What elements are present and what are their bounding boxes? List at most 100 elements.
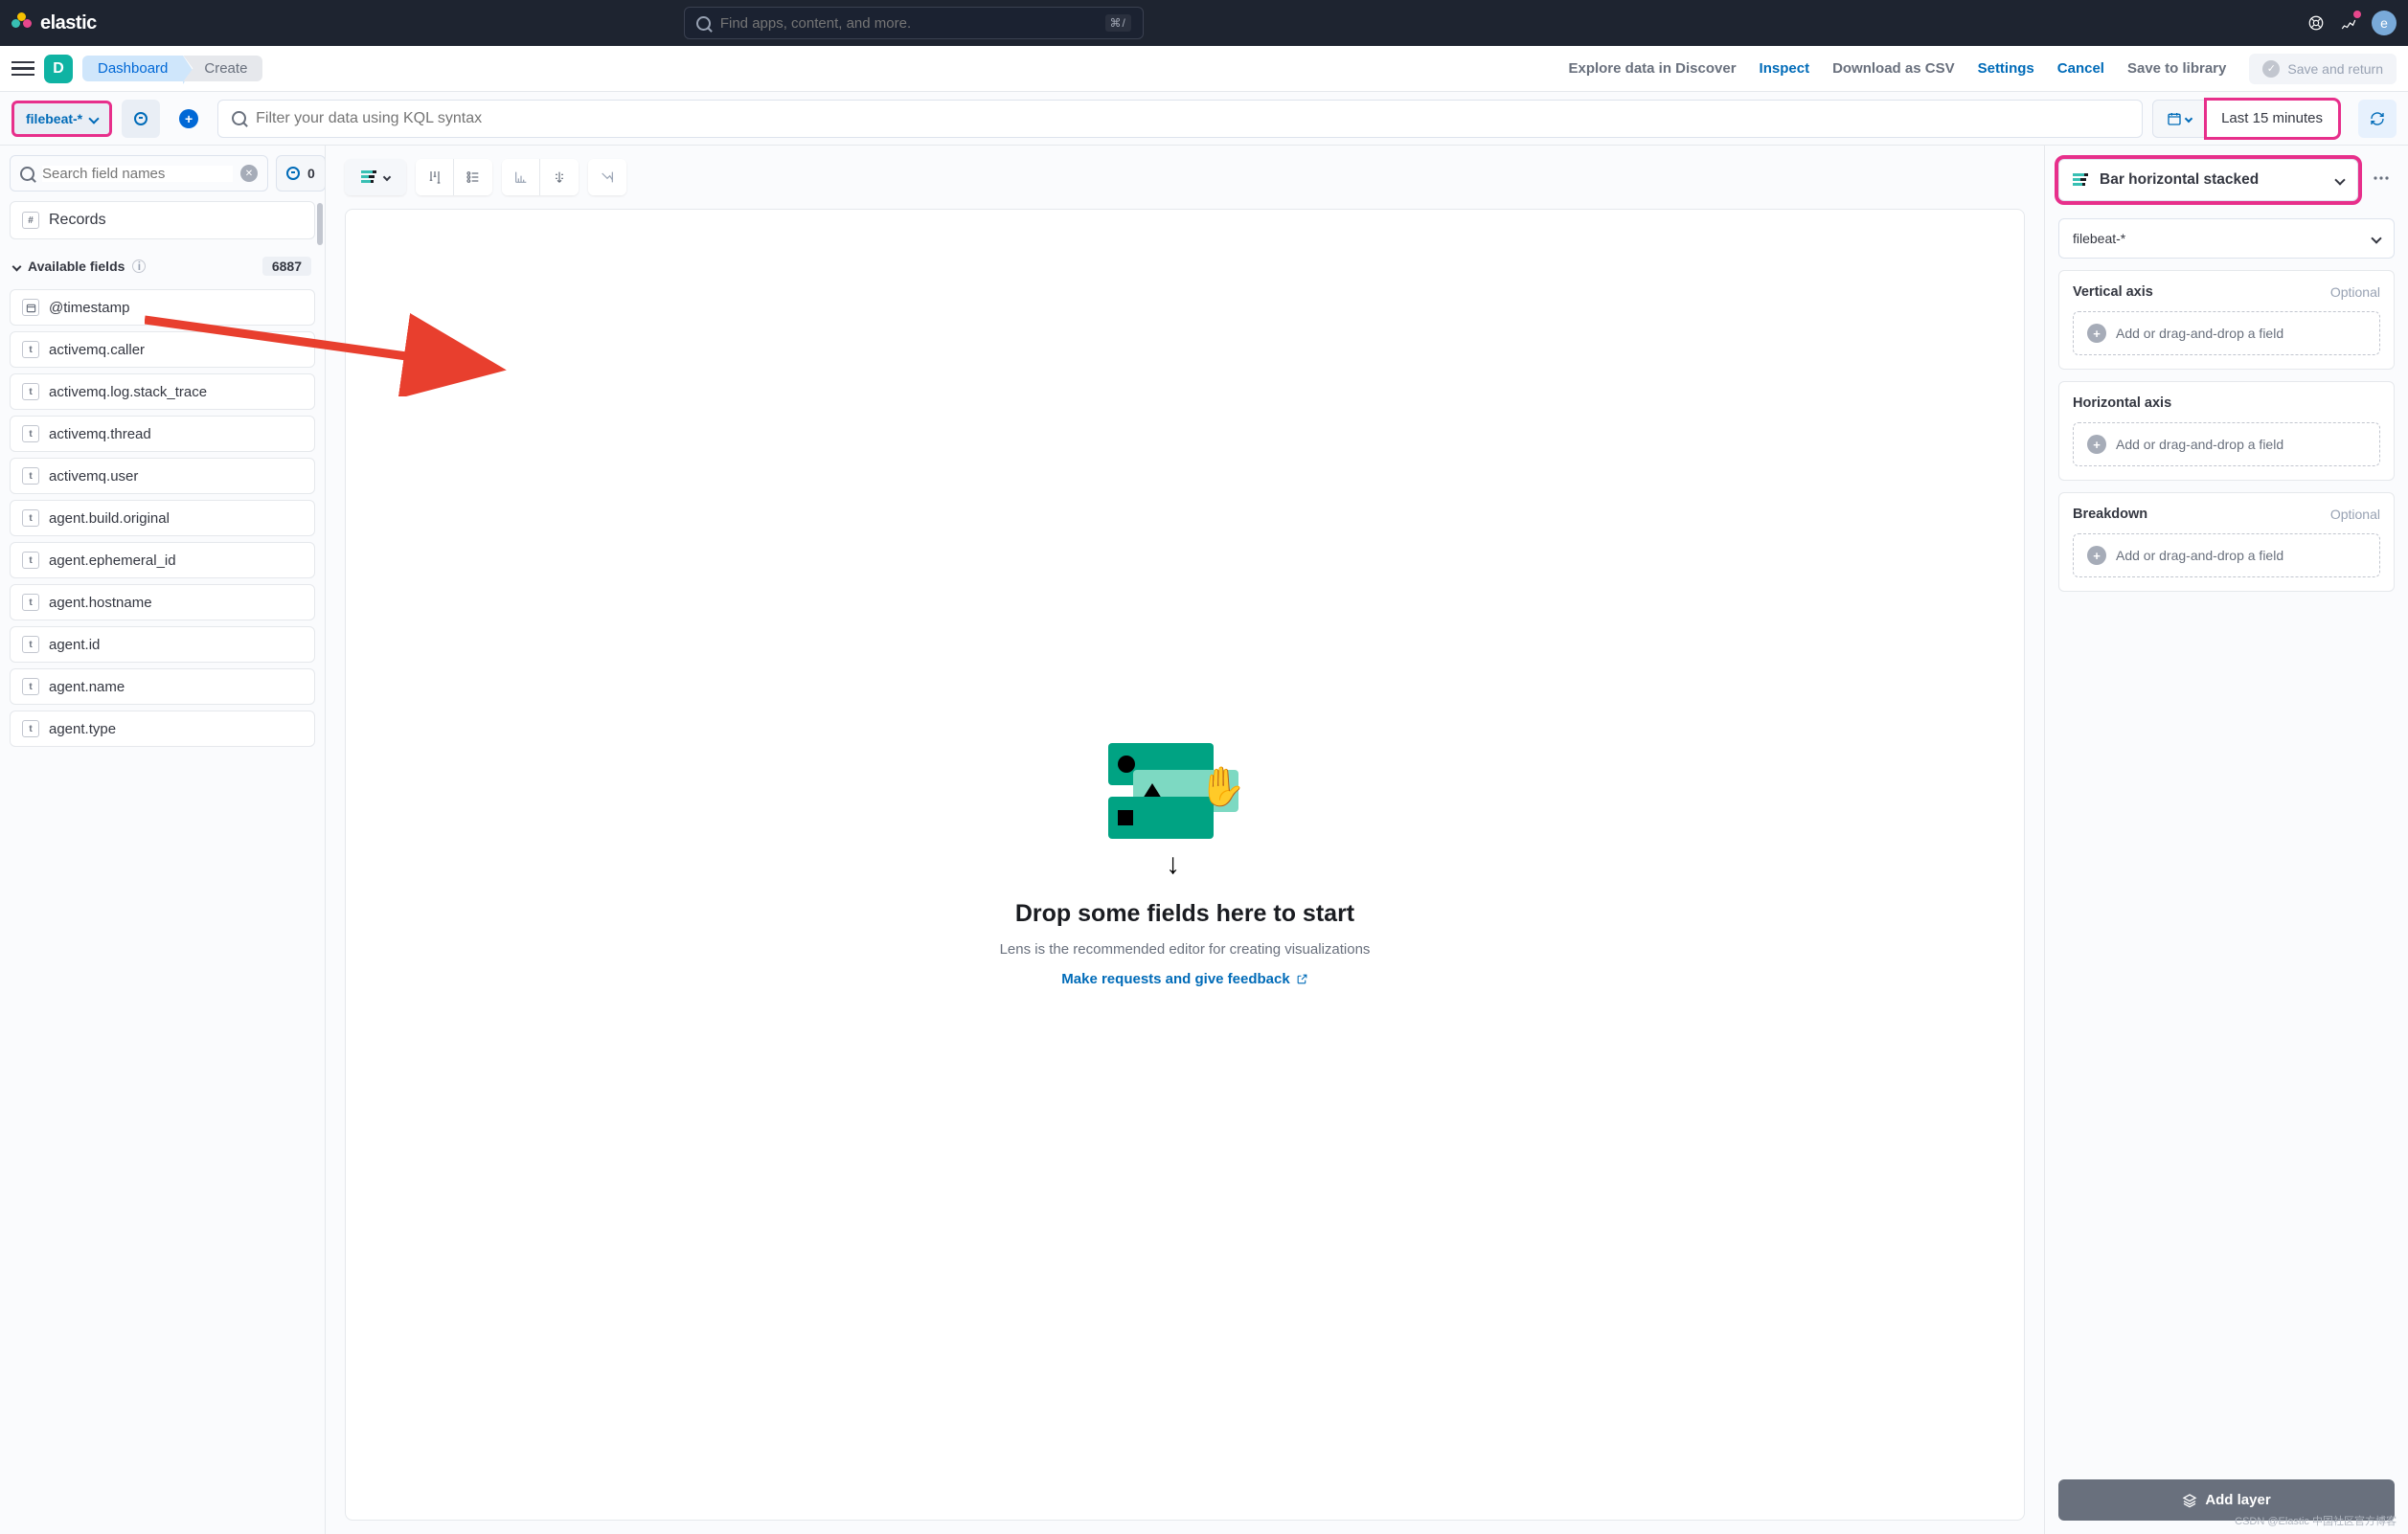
kql-input-container[interactable] (217, 100, 2143, 138)
text-type-icon: t (22, 509, 39, 527)
saved-queries-button[interactable] (122, 100, 160, 138)
field-item[interactable]: tactivemq.thread (10, 416, 315, 452)
breakdown-section: Breakdown Optional + Add or drag-and-dro… (2058, 492, 2395, 592)
filter-icon (286, 167, 300, 180)
text-type-icon: t (22, 720, 39, 737)
text-type-icon: t (22, 636, 39, 653)
refresh-icon (2370, 111, 2385, 126)
field-item[interactable]: tagent.ephemeral_id (10, 542, 315, 578)
field-item[interactable]: tactivemq.user (10, 458, 315, 494)
text-type-icon: t (22, 383, 39, 400)
right-axis-button[interactable] (588, 159, 626, 195)
drop-subtitle: Lens is the recommended editor for creat… (1000, 941, 1371, 958)
breadcrumb-create: Create (183, 56, 262, 81)
chart-toolbar (345, 159, 2025, 195)
canvas-area: ✋ ↓ Drop some fields here to start Lens … (326, 146, 2044, 1534)
legend-options-button[interactable] (454, 159, 492, 195)
feedback-link[interactable]: Make requests and give feedback (1061, 971, 1307, 987)
records-field[interactable]: # Records (10, 201, 315, 239)
plus-icon: + (2087, 435, 2106, 454)
breadcrumb-dashboard[interactable]: Dashboard (82, 56, 183, 81)
bar-stacked-icon (2073, 173, 2090, 187)
available-fields-header[interactable]: Available fields i 6887 (10, 251, 315, 282)
field-name: agent.name (49, 679, 125, 695)
search-icon (20, 167, 34, 181)
field-item[interactable]: tagent.type (10, 711, 315, 747)
add-layer-label: Add layer (2205, 1492, 2270, 1508)
newsfeed-icon[interactable] (2339, 13, 2358, 33)
field-name: activemq.user (49, 468, 138, 485)
drop-illustration: ✋ ↓ (1108, 743, 1261, 868)
date-range-display[interactable]: Last 15 minutes (2206, 100, 2339, 138)
breadcrumb: Dashboard Create (82, 56, 262, 81)
cancel-link[interactable]: Cancel (2057, 60, 2104, 77)
elastic-logo-icon (11, 12, 33, 34)
arrow-down-icon: ↓ (1166, 848, 1180, 881)
vertical-axis-drop[interactable]: + Add or drag-and-drop a field (2073, 311, 2380, 355)
drop-zone[interactable]: ✋ ↓ Drop some fields here to start Lens … (345, 209, 2025, 1521)
visual-options-button[interactable] (416, 159, 454, 195)
explore-discover-link[interactable]: Explore data in Discover (1568, 60, 1736, 77)
query-bar: filebeat-* + Last 15 minutes (0, 92, 2408, 146)
text-type-icon: t (22, 552, 39, 569)
field-item[interactable]: tactivemq.caller (10, 331, 315, 368)
download-csv-link[interactable]: Download as CSV (1832, 60, 1955, 77)
config-panel: Bar horizontal stacked filebeat-* Vertic… (2044, 146, 2408, 1534)
field-name: activemq.caller (49, 342, 145, 358)
add-filter-button[interactable]: + (170, 100, 208, 138)
nav-toggle[interactable] (11, 57, 34, 80)
layer-index-select[interactable]: filebeat-* (2058, 218, 2395, 259)
settings-link[interactable]: Settings (1978, 60, 2034, 77)
search-icon (696, 16, 711, 31)
global-search-input[interactable] (720, 15, 1096, 32)
page-header: D Dashboard Create Explore data in Disco… (0, 46, 2408, 92)
calendar-icon (2167, 111, 2182, 126)
clear-icon[interactable]: ✕ (240, 165, 258, 182)
field-item[interactable]: tagent.build.original (10, 500, 315, 536)
filter-icon (134, 112, 148, 125)
brand-name: elastic (40, 12, 97, 34)
visualization-type-select[interactable]: Bar horizontal stacked (2058, 159, 2358, 201)
save-and-return-button[interactable]: ✓ Save and return (2249, 54, 2397, 84)
refresh-button[interactable] (2358, 100, 2397, 138)
text-type-icon: t (22, 594, 39, 611)
main-content: ✕ 0 # Records Available fields i 6887 @t… (0, 146, 2408, 1534)
breakdown-label: Breakdown (2073, 507, 2147, 522)
field-search-input[interactable] (42, 166, 233, 182)
inspect-link[interactable]: Inspect (1760, 60, 1810, 77)
layer-index-label: filebeat-* (2073, 231, 2125, 246)
brand-logo[interactable]: elastic (11, 12, 97, 34)
horizontal-axis-drop[interactable]: + Add or drag-and-drop a field (2073, 422, 2380, 466)
field-item[interactable]: tagent.id (10, 626, 315, 663)
bottom-axis-button[interactable] (540, 159, 579, 195)
field-name: agent.hostname (49, 595, 152, 611)
scrollbar-thumb[interactable] (317, 203, 323, 245)
vertical-axis-section: Vertical axis Optional + Add or drag-and… (2058, 270, 2395, 370)
global-search[interactable]: ⌘/ (684, 7, 1144, 39)
kql-input[interactable] (256, 110, 2128, 127)
breakdown-drop[interactable]: + Add or drag-and-drop a field (2073, 533, 2380, 577)
chart-type-menu[interactable] (345, 159, 406, 195)
field-item[interactable]: @timestamp (10, 289, 315, 326)
help-icon[interactable] (2306, 13, 2326, 33)
horizontal-axis-label: Horizontal axis (2073, 395, 2171, 411)
search-icon (232, 111, 246, 125)
user-avatar[interactable]: e (2372, 11, 2397, 35)
field-list: @timestamp tactivemq.caller tactivemq.lo… (10, 289, 315, 747)
layer-actions-button[interactable] (2368, 159, 2395, 197)
top-nav: elastic ⌘/ e (0, 0, 2408, 46)
index-pattern-select[interactable]: filebeat-* (11, 101, 112, 137)
left-axis-button[interactable] (502, 159, 540, 195)
app-badge: D (44, 55, 73, 83)
field-filter-button[interactable]: 0 (276, 155, 326, 192)
field-item[interactable]: tagent.name (10, 668, 315, 705)
field-search-box[interactable]: ✕ (10, 155, 268, 192)
field-item[interactable]: tactivemq.log.stack_trace (10, 373, 315, 410)
available-fields-count: 6887 (262, 257, 311, 276)
date-picker-toggle[interactable] (2152, 100, 2206, 138)
number-type-icon: # (22, 212, 39, 229)
save-to-library-link[interactable]: Save to library (2127, 60, 2226, 77)
field-item[interactable]: t agent.hostname (10, 584, 315, 620)
info-icon[interactable]: i (132, 259, 146, 273)
chevron-down-icon (12, 261, 22, 271)
